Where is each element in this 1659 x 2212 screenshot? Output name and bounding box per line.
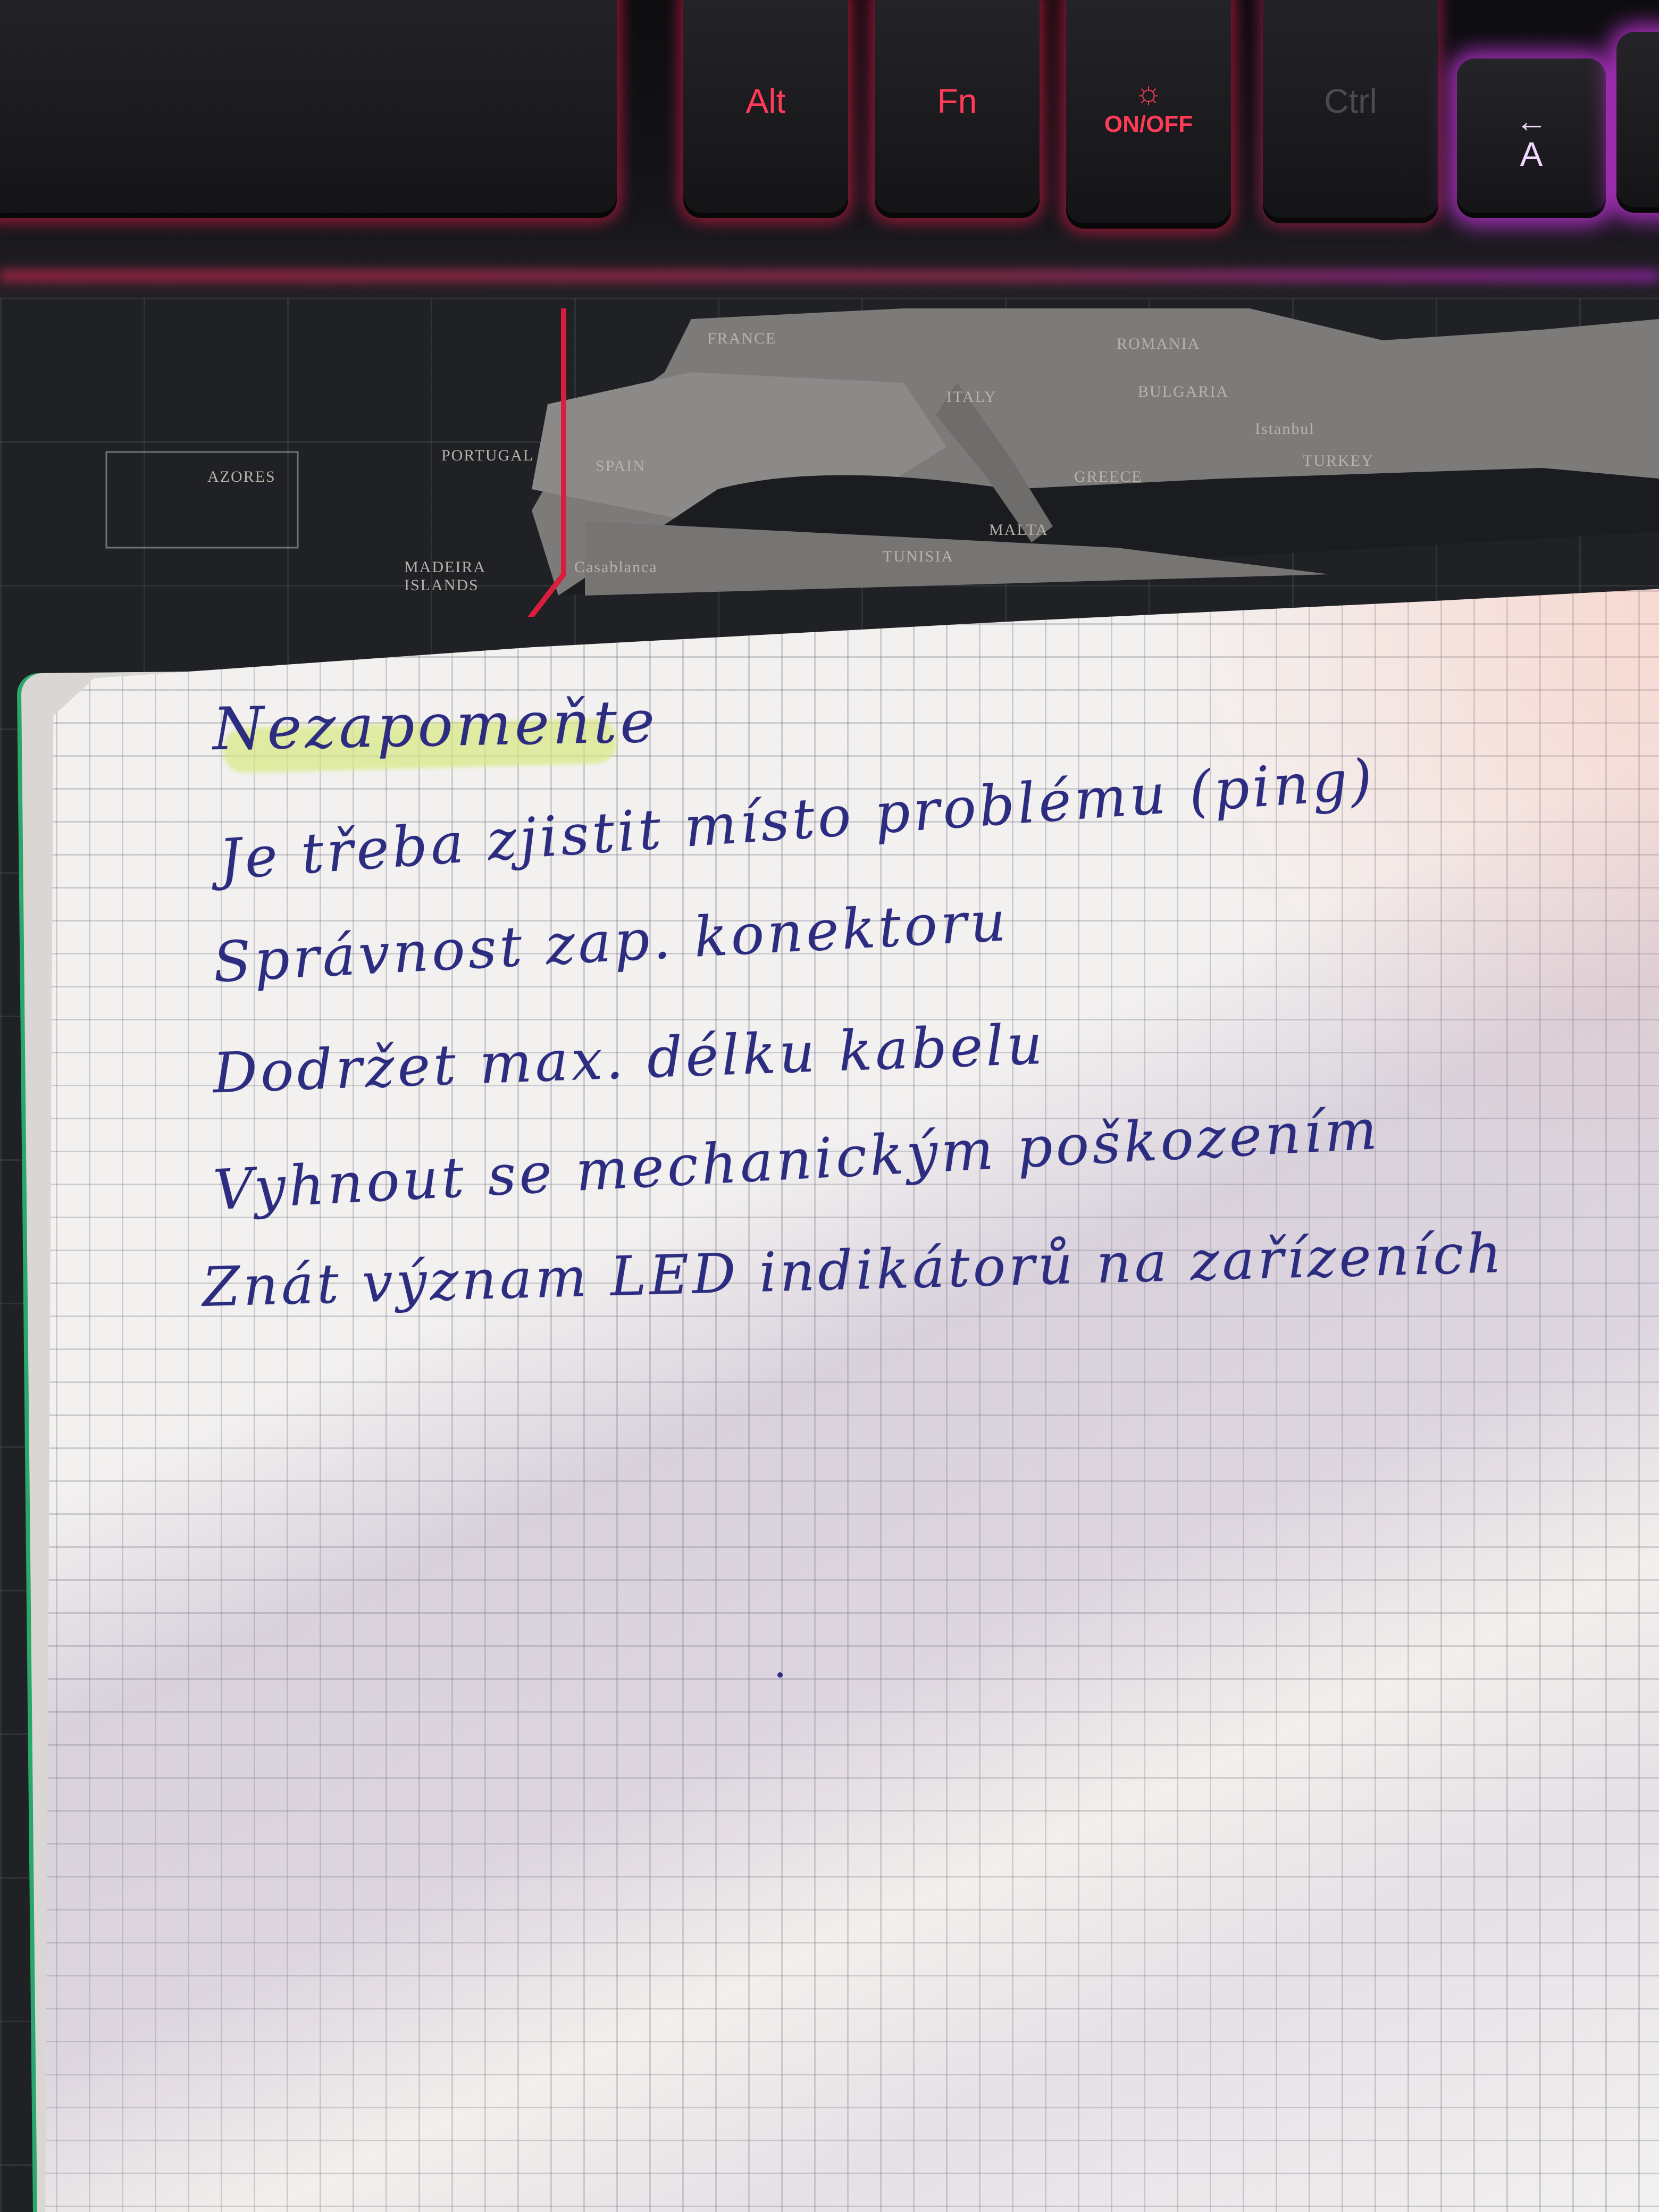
alt-key: Alt (683, 0, 848, 218)
europe-map (105, 308, 1659, 617)
azores-inset-frame (105, 451, 299, 549)
map-label-greece: GREECE (1074, 468, 1143, 485)
ctrl-key-label: Ctrl (1324, 82, 1377, 120)
map-label-romania: ROMANIA (1117, 335, 1201, 353)
sun-icon: ☼ (1134, 74, 1163, 110)
arrow-key: ← A (1457, 58, 1606, 218)
map-label-azores: AZORES (207, 468, 276, 485)
pen-dot (777, 1672, 783, 1678)
map-label-tunisia: TUNISIA (883, 548, 954, 565)
photo-scene: Alt Fn ☼ ON/OFF Ctrl ← A FRANCE ROMANIA … (0, 0, 1659, 2212)
map-label-turkey: TURKEY (1303, 452, 1374, 470)
map-label-casablanca: Casablanca (574, 558, 658, 576)
keyboard: Alt Fn ☼ ON/OFF Ctrl ← A (0, 0, 1659, 298)
arrow-key-label: A (1520, 135, 1543, 173)
map-label-madeira: MADEIRA ISLANDS (404, 558, 485, 594)
edge-key (1616, 32, 1659, 213)
alt-key-label: Alt (745, 82, 786, 120)
map-label-spain: SPAIN (596, 457, 646, 475)
on-off-key-label: ON/OFF (1104, 111, 1193, 137)
fn-key-label: Fn (937, 82, 977, 120)
map-label-italy: ITALY (946, 388, 997, 406)
ctrl-key: Ctrl (1263, 0, 1438, 223)
map-label-istanbul: Istanbul (1255, 420, 1315, 438)
map-label-portugal: PORTUGAL (441, 447, 534, 464)
map-label-malta: MALTA (989, 521, 1049, 539)
map-label-bulgaria: BULGARIA (1138, 383, 1229, 400)
arrow-left-icon: ← (1515, 103, 1547, 139)
on-off-key: ☼ ON/OFF (1066, 0, 1231, 229)
fn-key: Fn (875, 0, 1040, 218)
map-label-france: FRANCE (707, 330, 777, 347)
note-heading: Nezapomeňte (212, 687, 659, 764)
spacebar-key (0, 0, 617, 218)
